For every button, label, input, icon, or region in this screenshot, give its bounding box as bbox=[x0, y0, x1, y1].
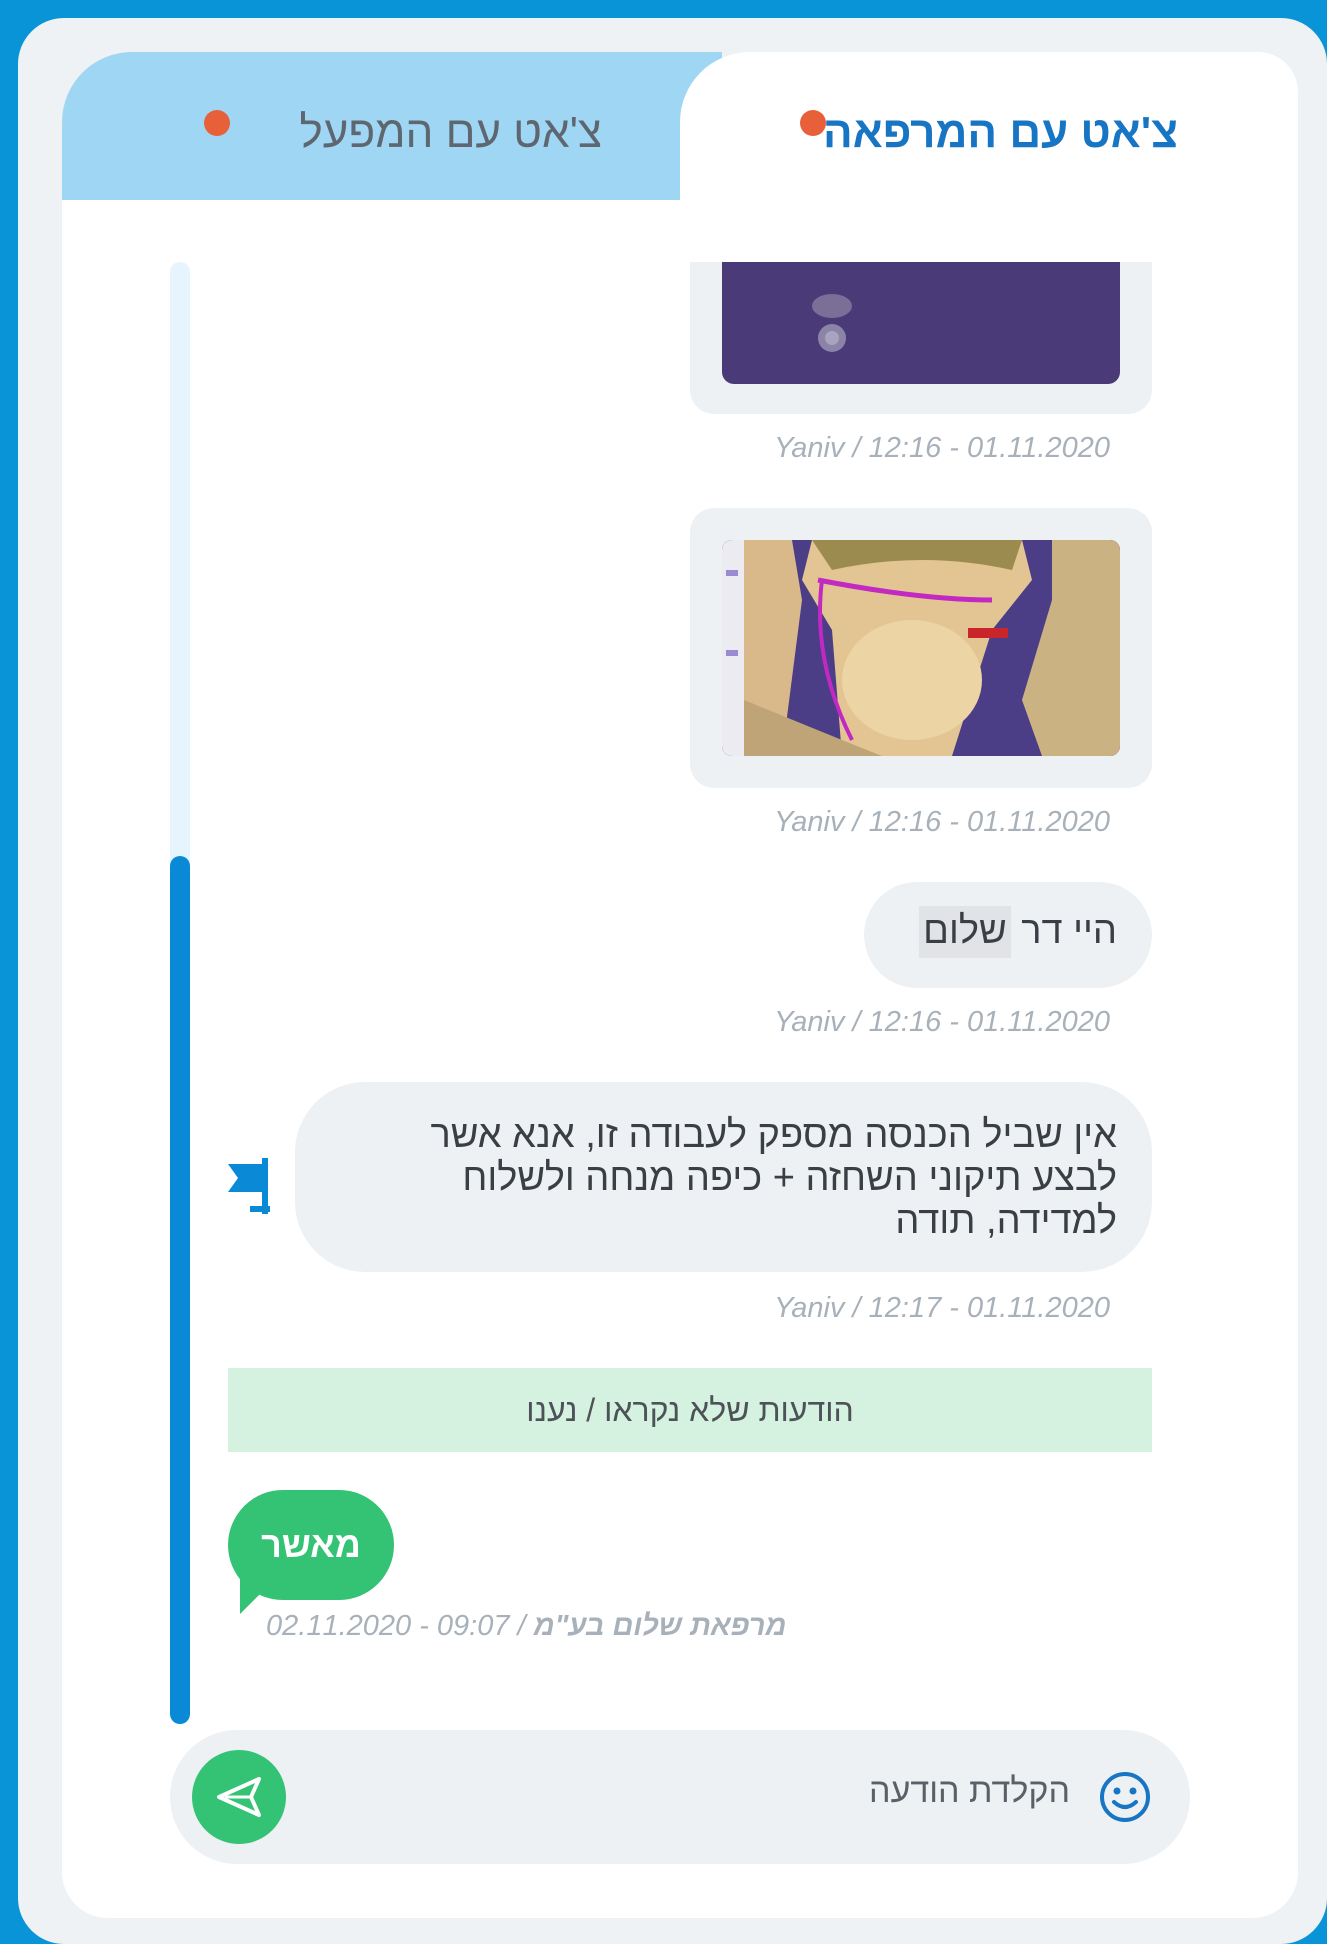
highlighted-word: שלום bbox=[919, 906, 1011, 958]
tab-clinic-label: צ'אט עם המרפאה bbox=[822, 108, 1178, 157]
tab-factory-chat[interactable]: צ'אט עם המפעל bbox=[62, 52, 722, 210]
reply-meta-author: מרפאת שלום בע"מ bbox=[533, 1610, 787, 1642]
notification-dot bbox=[800, 110, 826, 136]
scrollbar-track[interactable] bbox=[170, 262, 190, 1724]
image-message[interactable] bbox=[690, 262, 1152, 414]
unread-divider: הודעות שלא נקראו / נענו bbox=[228, 1368, 1152, 1452]
image-thumbnail bbox=[812, 294, 852, 352]
message-image[interactable] bbox=[722, 540, 1120, 756]
chat-panel bbox=[62, 200, 1298, 1918]
message-image[interactable] bbox=[722, 262, 1120, 384]
message-meta: Yaniv / 12:16 - 01.11.2020 bbox=[774, 432, 1110, 464]
send-icon bbox=[217, 1777, 261, 1817]
message-line: לבצע תיקוני השחזה + כיפה מנחה ולשלוח bbox=[462, 1157, 1117, 1199]
tab-bar: צ'אט עם המפעל צ'אט עם המרפאה bbox=[62, 52, 1298, 222]
message-meta: Yaniv / 12:17 - 01.11.2020 bbox=[774, 1292, 1110, 1324]
flag-icon[interactable] bbox=[228, 1158, 278, 1214]
emoji-button[interactable] bbox=[1098, 1770, 1152, 1824]
smiley-icon bbox=[1100, 1772, 1150, 1822]
scrollbar-thumb[interactable] bbox=[170, 856, 190, 1724]
send-button[interactable] bbox=[192, 1750, 286, 1844]
message-input[interactable] bbox=[770, 1772, 1070, 1811]
tab-factory-label: צ'אט עם המפעל bbox=[299, 108, 603, 157]
message-text: היי דר שלום bbox=[919, 906, 1117, 958]
unread-divider-label: הודעות שלא נקראו / נענו bbox=[526, 1391, 854, 1428]
message-text: אין שביל הכנסה מספק לעבודה זו, אנא אשר ל… bbox=[357, 1114, 1117, 1243]
image-thumbnail bbox=[722, 540, 1120, 756]
image-message[interactable] bbox=[690, 508, 1152, 788]
reply-meta-date: 02.11.2020 - 09:07 / bbox=[266, 1610, 526, 1642]
message-meta: Yaniv / 12:16 - 01.11.2020 bbox=[774, 806, 1110, 838]
message-line: למדידה, תודה bbox=[895, 1200, 1117, 1242]
reply-message[interactable]: מאשר bbox=[228, 1490, 394, 1600]
tab-clinic-chat[interactable]: צ'אט עם המרפאה bbox=[680, 52, 1298, 222]
notification-dot bbox=[204, 110, 230, 136]
reply-text: מאשר bbox=[261, 1524, 361, 1565]
message-meta: Yaniv / 12:16 - 01.11.2020 bbox=[774, 1006, 1110, 1038]
message-input-bar bbox=[170, 1730, 1190, 1864]
message-line: אין שביל הכנסה מספק לעבודה זו, אנא אשר bbox=[430, 1114, 1117, 1156]
message-text-plain: היי דר bbox=[1010, 910, 1117, 952]
reply-meta: 02.11.2020 - 09:07 / מרפאת שלום בע"מ bbox=[266, 1610, 786, 1643]
